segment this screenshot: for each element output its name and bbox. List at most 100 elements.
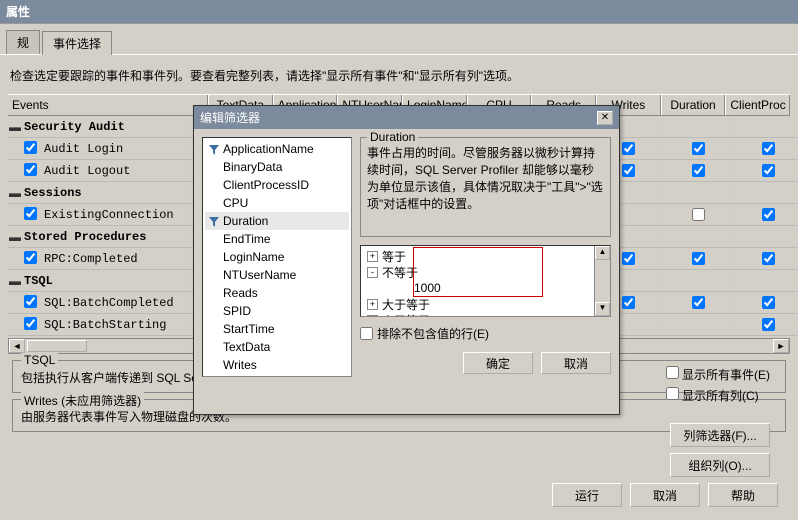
- run-button[interactable]: 运行: [552, 483, 622, 507]
- tab-events[interactable]: 事件选择: [42, 31, 112, 55]
- dialog-ok-button[interactable]: 确定: [463, 352, 533, 374]
- hscroll-left-btn[interactable]: ◄: [9, 339, 25, 353]
- event-checkbox-cell[interactable]: [22, 295, 38, 311]
- column-checkbox[interactable]: [622, 164, 635, 177]
- tree-expand-icon[interactable]: +: [367, 251, 378, 262]
- show-all-columns-checkbox[interactable]: [666, 387, 679, 400]
- check-cell[interactable]: [734, 160, 798, 181]
- event-category-row[interactable]: ▬Stored Procedures: [8, 226, 174, 248]
- filter-column-item[interactable]: ClientProcessID: [205, 176, 349, 194]
- check-cell[interactable]: [664, 248, 734, 269]
- column-checkbox[interactable]: [622, 142, 635, 155]
- dialog-close-button[interactable]: ✕: [597, 111, 613, 125]
- expand-toggle[interactable]: ▬: [8, 274, 22, 288]
- hscroll-thumb[interactable]: [27, 340, 87, 352]
- check-cell[interactable]: [664, 160, 734, 181]
- check-cell[interactable]: [664, 204, 734, 225]
- filter-tree-row[interactable]: -不等于: [363, 264, 608, 280]
- check-cell[interactable]: [664, 226, 734, 247]
- check-cell[interactable]: [734, 248, 798, 269]
- filter-column-item[interactable]: Reads: [205, 284, 349, 302]
- check-cell[interactable]: [664, 182, 734, 203]
- column-header[interactable]: ClientProc: [725, 95, 790, 115]
- event-checkbox-cell[interactable]: [22, 141, 38, 157]
- check-cell[interactable]: [734, 292, 798, 313]
- column-checkbox[interactable]: [762, 164, 775, 177]
- event-checkbox[interactable]: [24, 295, 37, 308]
- filter-column-item[interactable]: TextData: [205, 338, 349, 356]
- column-checkbox[interactable]: [622, 252, 635, 265]
- filter-column-item[interactable]: BinaryData: [205, 158, 349, 176]
- organize-columns-button[interactable]: 组织列(O)...: [670, 453, 770, 477]
- event-checkbox-cell[interactable]: [22, 251, 38, 267]
- help-button[interactable]: 帮助: [708, 483, 778, 507]
- filter-column-item[interactable]: Duration: [205, 212, 349, 230]
- column-checkbox[interactable]: [762, 142, 775, 155]
- hscroll-right-btn[interactable]: ►: [773, 339, 789, 353]
- filter-column-item[interactable]: NTUserName: [205, 266, 349, 284]
- check-cell[interactable]: [734, 314, 798, 335]
- event-checkbox[interactable]: [24, 141, 37, 154]
- expand-toggle[interactable]: ▬: [8, 120, 22, 134]
- show-all-columns-label[interactable]: 显示所有列(C): [666, 387, 770, 404]
- show-all-events-label[interactable]: 显示所有事件(E): [666, 366, 770, 383]
- filter-tree-row[interactable]: +等于: [363, 248, 608, 264]
- event-category-row[interactable]: ▬TSQL: [8, 270, 174, 292]
- check-cell[interactable]: [734, 138, 798, 159]
- column-checkbox[interactable]: [692, 142, 705, 155]
- filter-column-item[interactable]: Writes: [205, 356, 349, 374]
- tab-general[interactable]: 规: [6, 30, 40, 54]
- filter-column-item[interactable]: LoginName: [205, 248, 349, 266]
- expand-toggle[interactable]: ▬: [8, 230, 22, 244]
- filter-column-item[interactable]: CPU: [205, 194, 349, 212]
- vscroll-up-btn[interactable]: ▲: [595, 246, 610, 260]
- check-cell[interactable]: [734, 182, 798, 203]
- filter-tree-row[interactable]: +大于等于: [363, 296, 608, 312]
- event-checkbox-cell[interactable]: [22, 163, 38, 179]
- column-checkbox[interactable]: [622, 296, 635, 309]
- filter-tree[interactable]: +等于-不等于1000+大于等于+小于等于 ▲ ▼: [360, 245, 611, 317]
- filter-column-item[interactable]: EndTime: [205, 230, 349, 248]
- event-checkbox[interactable]: [24, 163, 37, 176]
- column-checkbox[interactable]: [762, 208, 775, 221]
- check-cell[interactable]: [734, 116, 798, 137]
- event-item-row[interactable]: SQL:BatchCompleted: [8, 292, 174, 314]
- event-checkbox[interactable]: [24, 207, 37, 220]
- filter-column-item[interactable]: ApplicationName: [205, 140, 349, 158]
- event-checkbox[interactable]: [24, 251, 37, 264]
- show-all-events-checkbox[interactable]: [666, 366, 679, 379]
- check-cell[interactable]: [664, 270, 734, 291]
- tree-expand-icon[interactable]: -: [367, 267, 378, 278]
- expand-toggle[interactable]: ▬: [8, 186, 22, 200]
- filter-column-list[interactable]: ApplicationNameBinaryDataClientProcessID…: [202, 137, 352, 377]
- exclude-no-value-checkbox[interactable]: [360, 327, 373, 340]
- check-cell[interactable]: [734, 270, 798, 291]
- column-checkbox[interactable]: [692, 296, 705, 309]
- column-checkbox[interactable]: [692, 252, 705, 265]
- column-checkbox[interactable]: [762, 252, 775, 265]
- column-checkbox[interactable]: [692, 164, 705, 177]
- check-cell[interactable]: [664, 314, 734, 335]
- filter-column-item[interactable]: StartTime: [205, 320, 349, 338]
- check-cell[interactable]: [664, 292, 734, 313]
- event-item-row[interactable]: Audit Logout: [8, 160, 174, 182]
- check-cell[interactable]: [664, 116, 734, 137]
- event-item-row[interactable]: RPC:Completed: [8, 248, 174, 270]
- column-checkbox[interactable]: [762, 318, 775, 331]
- filter-tree-row[interactable]: 1000: [363, 280, 608, 296]
- column-filter-button[interactable]: 列筛选器(F)...: [670, 423, 770, 447]
- check-cell[interactable]: [734, 226, 798, 247]
- column-checkbox[interactable]: [692, 208, 705, 221]
- vscroll-down-btn[interactable]: ▼: [595, 302, 610, 316]
- event-category-row[interactable]: ▬Security Audit: [8, 116, 174, 138]
- filter-tree-row[interactable]: +小于等于: [363, 312, 608, 317]
- event-checkbox[interactable]: [24, 317, 37, 330]
- tree-expand-icon[interactable]: +: [367, 299, 378, 310]
- filter-tree-vscroll[interactable]: ▲ ▼: [594, 246, 610, 316]
- dialog-cancel-button[interactable]: 取消: [541, 352, 611, 374]
- cancel-button[interactable]: 取消: [630, 483, 700, 507]
- filter-column-item[interactable]: SPID: [205, 302, 349, 320]
- check-cell[interactable]: [734, 204, 798, 225]
- event-checkbox-cell[interactable]: [22, 317, 38, 333]
- event-item-row[interactable]: Audit Login: [8, 138, 174, 160]
